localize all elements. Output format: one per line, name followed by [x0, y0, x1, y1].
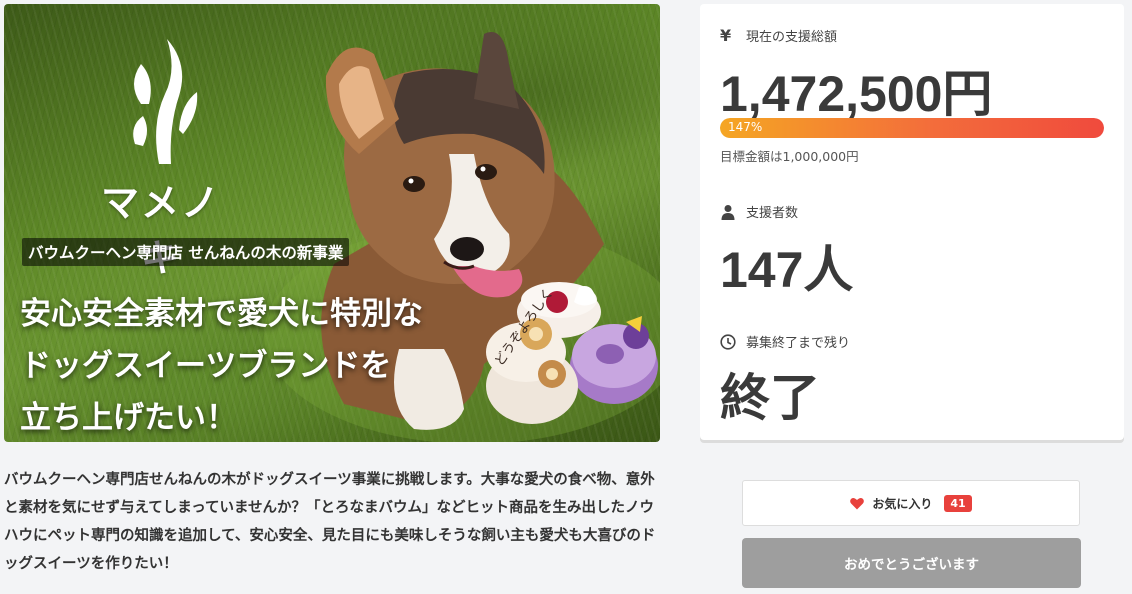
- heart-icon: [850, 497, 865, 509]
- funding-progress-bar: 147%: [720, 118, 1104, 138]
- project-hero-image: どうぞよろしく マメノキ バウムクーヘン専門店 せんねんの木の新事業 安心安全素…: [4, 4, 660, 442]
- remaining-value: 終了: [720, 370, 820, 426]
- favorite-label: お気に入り: [872, 496, 933, 511]
- project-description: バウムクーヘン専門店せんねんの木がドッグスイーツ事業に挑戦します。大事な愛犬の食…: [4, 472, 656, 572]
- leaf-logo-icon: [133, 39, 198, 164]
- brand-logo: マメノキ: [86, 34, 236, 280]
- clock-icon: [720, 333, 736, 350]
- headline-line-2: ドッグスイーツブランドを: [20, 348, 392, 384]
- supporters-label-row: 支援者数: [720, 202, 798, 221]
- person-icon: [721, 204, 735, 220]
- supporters-label: 支援者数: [746, 206, 799, 221]
- remaining-label-row: 募集終了まで残り: [720, 332, 850, 351]
- funding-goal: 目標金額は1,000,000円: [720, 149, 859, 164]
- congratulations-button[interactable]: おめでとうございます: [742, 538, 1081, 588]
- funding-label: 現在の支援総額: [746, 30, 838, 45]
- hero-headline: 安心安全素材で愛犬に特別な ドッグスイーツブランドを 立ち上げたい！: [20, 288, 423, 442]
- favorite-button[interactable]: お気に入り 41: [742, 480, 1080, 526]
- remaining-label: 募集終了まで残り: [746, 336, 851, 351]
- funding-amount: 1,472,500円: [720, 66, 993, 122]
- funding-label-row: ¥ 現在の支援総額: [720, 26, 837, 45]
- progress-fill: [720, 118, 1104, 138]
- hero-tagline: バウムクーヘン専門店 せんねんの木の新事業: [22, 238, 350, 266]
- supporters-count: 147人: [720, 242, 854, 298]
- headline-line-1: 安心安全素材で愛犬に特別な: [20, 296, 423, 332]
- progress-percent: 147%: [728, 120, 763, 134]
- headline-line-3: 立ち上げたい！: [20, 400, 237, 436]
- yen-icon: ¥: [720, 25, 732, 45]
- favorite-count-badge: 41: [944, 494, 972, 512]
- funding-stats-card: ¥ 現在の支援総額 1,472,500円 147% 目標金額は1,000,000…: [700, 4, 1124, 440]
